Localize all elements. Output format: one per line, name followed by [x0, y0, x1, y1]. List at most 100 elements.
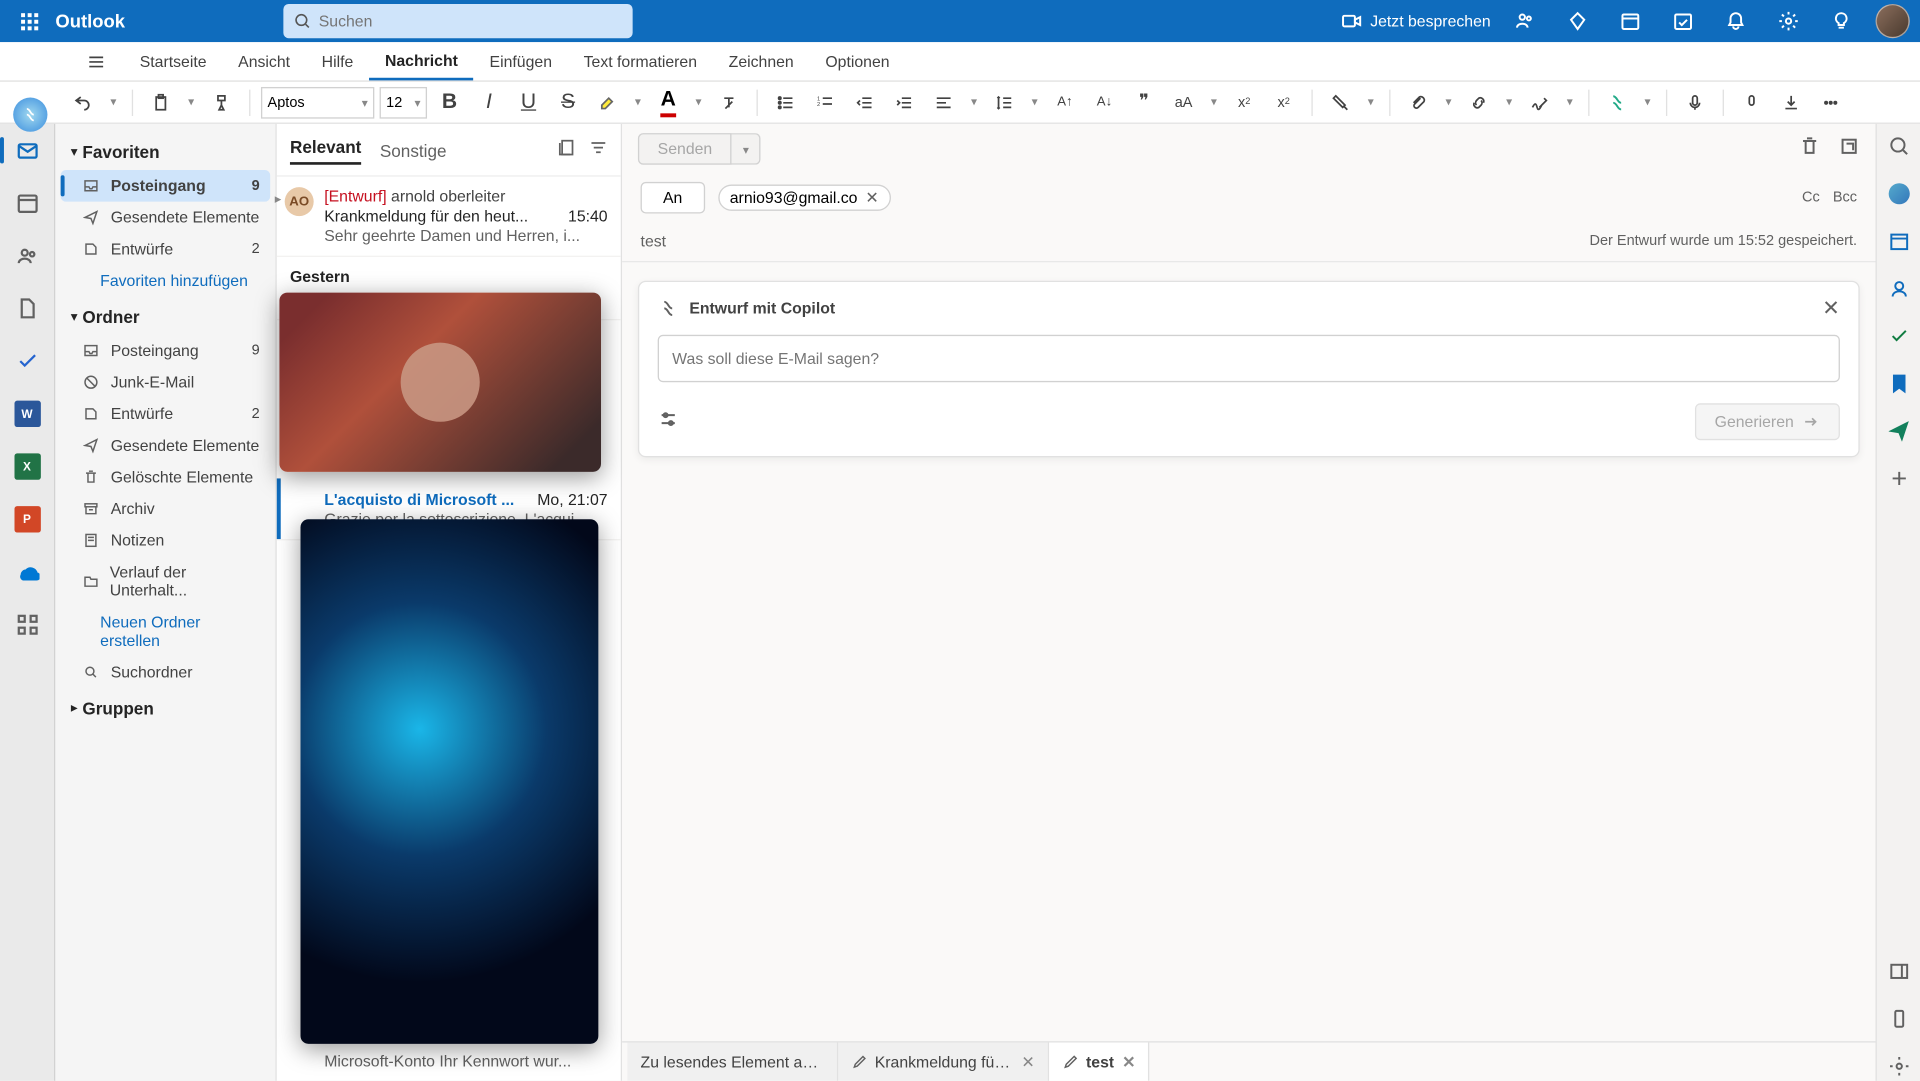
underline-button[interactable]: U [511, 85, 545, 119]
close-tab-icon[interactable]: ✕ [1021, 1052, 1034, 1070]
reading-tab[interactable]: test ✕ [1049, 1043, 1150, 1081]
copilot-toolbar-icon[interactable] [1600, 85, 1634, 119]
add-favorite-link[interactable]: Favoriten hinzufügen [61, 265, 271, 297]
decrease-font-icon[interactable]: A↓ [1087, 85, 1121, 119]
align-icon[interactable] [927, 85, 961, 119]
rr-settings-icon[interactable] [1884, 1052, 1913, 1081]
bcc-button[interactable]: Bcc [1833, 190, 1857, 206]
folder-sent[interactable]: Gesendete Elemente [61, 430, 271, 462]
paste-dropdown[interactable] [183, 85, 199, 119]
tab-zeichnen[interactable]: Zeichnen [713, 42, 810, 80]
send-button[interactable]: Senden [638, 133, 732, 165]
rr-panel-icon[interactable] [1884, 957, 1913, 986]
highlight-dropdown[interactable] [630, 85, 646, 119]
to-button[interactable]: An [641, 182, 705, 214]
teams-icon[interactable] [1506, 3, 1543, 40]
my-day-icon[interactable] [1665, 3, 1702, 40]
font-size-select[interactable]: 12 [380, 86, 427, 118]
search-input[interactable] [319, 12, 622, 30]
rr-tasks-icon[interactable] [1884, 322, 1913, 351]
cc-button[interactable]: Cc [1802, 190, 1820, 206]
change-case-icon[interactable]: aA [1166, 85, 1200, 119]
calendar-day-icon[interactable] [1612, 3, 1649, 40]
gruppen-head[interactable]: ▸Gruppen [61, 688, 271, 726]
diamond-icon[interactable] [1559, 3, 1596, 40]
tab-text-formatieren[interactable]: Text formatieren [568, 42, 713, 80]
font-color-dropdown[interactable] [691, 85, 707, 119]
select-mode-icon[interactable] [558, 138, 576, 163]
signature-dropdown[interactable] [1562, 85, 1578, 119]
dictate-icon[interactable] [1678, 85, 1712, 119]
link-dropdown[interactable] [1501, 85, 1517, 119]
folder-deleted[interactable]: Gelöschte Elemente [61, 461, 271, 493]
tab-startseite[interactable]: Startseite [124, 42, 222, 80]
rail-more-apps-icon[interactable] [9, 606, 46, 643]
more-icon[interactable] [1814, 85, 1848, 119]
tab-ansicht[interactable]: Ansicht [222, 42, 306, 80]
popout-icon[interactable] [1839, 135, 1860, 163]
folder-history[interactable]: Verlauf der Unterhalt... [61, 556, 271, 606]
rr-phone-icon[interactable] [1884, 1004, 1913, 1033]
line-spacing-icon[interactable] [987, 85, 1021, 119]
message-item[interactable]: ▸ AO [Entwurf] arnold oberleiter Krankme… [277, 177, 621, 257]
remove-chip-icon[interactable]: ✕ [865, 188, 878, 206]
rail-excel-icon[interactable]: X [9, 448, 46, 485]
folder-drafts[interactable]: Entwürfe2 [61, 398, 271, 430]
superscript-icon[interactable]: x2 [1267, 85, 1301, 119]
tab-nachricht[interactable]: Nachricht [369, 42, 474, 80]
rail-files-icon[interactable] [9, 290, 46, 327]
msglist-tab-relevant[interactable]: Relevant [290, 137, 361, 165]
rail-people-icon[interactable] [9, 237, 46, 274]
folder-archive[interactable]: Archiv [61, 493, 271, 525]
close-tab-icon[interactable]: ✕ [1122, 1052, 1135, 1070]
quote-icon[interactable]: ❞ [1127, 85, 1161, 119]
adjust-icon[interactable] [658, 408, 679, 436]
mic2-icon[interactable] [1734, 85, 1768, 119]
meet-now-button[interactable]: Jetzt besprechen [1341, 11, 1490, 32]
rr-add-icon[interactable] [1884, 464, 1913, 493]
outdent-icon[interactable] [847, 85, 881, 119]
tab-hilfe[interactable]: Hilfe [306, 42, 369, 80]
strikethrough-button[interactable]: S [551, 85, 585, 119]
styles-icon[interactable] [1323, 85, 1357, 119]
app-launcher-icon[interactable] [11, 3, 48, 40]
generate-button[interactable]: Generieren [1695, 403, 1840, 440]
font-color-icon[interactable]: A [651, 85, 685, 119]
rr-contact-icon[interactable] [1884, 274, 1913, 303]
folder-drafts-fav[interactable]: Entwürfe 2 [61, 233, 271, 265]
download-icon[interactable] [1774, 85, 1808, 119]
clear-formatting-icon[interactable] [712, 85, 746, 119]
copilot-dropdown[interactable] [1640, 85, 1656, 119]
user-avatar[interactable] [1876, 4, 1910, 38]
lightbulb-icon[interactable] [1823, 3, 1860, 40]
rail-word-icon[interactable]: W [9, 395, 46, 432]
copilot-icon[interactable] [13, 98, 47, 132]
undo-dropdown[interactable] [105, 85, 121, 119]
subscript-icon[interactable]: x2 [1227, 85, 1261, 119]
rail-todo-icon[interactable] [9, 343, 46, 380]
discard-icon[interactable] [1799, 135, 1820, 163]
tab-einfuegen[interactable]: Einfügen [474, 42, 568, 80]
send-split-button[interactable]: Senden [638, 133, 761, 165]
rail-powerpoint-icon[interactable]: P [9, 501, 46, 538]
indent-icon[interactable] [887, 85, 921, 119]
bullet-list-icon[interactable] [768, 85, 802, 119]
signature-icon[interactable] [1522, 85, 1556, 119]
copilot-prompt-input[interactable] [672, 349, 1825, 367]
msglist-tab-sonstige[interactable]: Sonstige [380, 141, 447, 161]
folder-search[interactable]: Suchordner [61, 656, 271, 688]
increase-font-icon[interactable]: A↑ [1048, 85, 1082, 119]
align-dropdown[interactable] [966, 85, 982, 119]
case-dropdown[interactable] [1206, 85, 1222, 119]
rr-bookmark-icon[interactable] [1884, 369, 1913, 398]
link-icon[interactable] [1462, 85, 1496, 119]
rail-mail-icon[interactable] [9, 132, 46, 169]
favorites-head[interactable]: ▾Favoriten [61, 132, 271, 170]
folder-inbox-fav[interactable]: Posteingang 9 [61, 170, 271, 202]
send-dropdown[interactable] [732, 133, 761, 165]
folder-sent-fav[interactable]: Gesendete Elemente [61, 202, 271, 234]
styles-dropdown[interactable] [1363, 85, 1379, 119]
attach-dropdown[interactable] [1441, 85, 1457, 119]
rr-copilot-icon[interactable] [1884, 179, 1913, 208]
rail-calendar-icon[interactable] [9, 185, 46, 222]
